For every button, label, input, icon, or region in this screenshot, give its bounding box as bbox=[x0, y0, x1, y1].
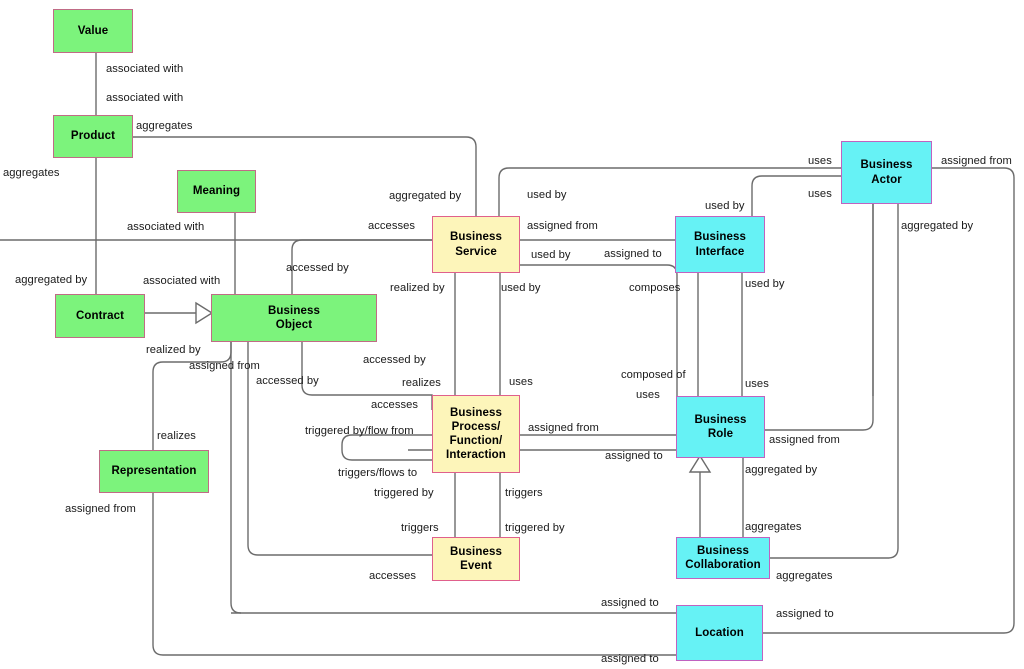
node-label: Business Interface bbox=[694, 231, 746, 258]
edge-label-assigned-from-role: assigned from bbox=[769, 434, 840, 446]
edge-label-associated-with-object: associated with bbox=[143, 275, 221, 287]
edge-label-assigned-to-location-right: assigned to bbox=[776, 608, 834, 620]
edge-label-triggered-by-process-event: triggered by bbox=[374, 487, 434, 499]
edge-label-assigned-from-representation: assigned from bbox=[65, 503, 136, 515]
edge-label-realizes-representation: realizes bbox=[157, 430, 196, 442]
edge-label-assigned-to-location-bottom: assigned to bbox=[601, 653, 659, 665]
edge-label-uses-role-interface: uses bbox=[636, 389, 660, 401]
node-label: Business Service bbox=[450, 231, 502, 258]
edge-label-aggregated-by-service: aggregated by bbox=[389, 190, 462, 202]
node-business-collaboration[interactable]: Business Collaboration bbox=[676, 537, 770, 579]
edge-label-associated-with-product-value: associated with bbox=[106, 92, 184, 104]
edge-businessactor-location-assigned bbox=[763, 167, 1015, 634]
node-label: Contract bbox=[75, 309, 125, 322]
edge-label-uses-actor-interface: uses bbox=[808, 188, 832, 200]
edge-label-aggregated-by-role: aggregated by bbox=[745, 464, 818, 476]
edge-label-assigned-to-interface: assigned to bbox=[604, 248, 662, 260]
edge-label-assigned-to-location-left: assigned to bbox=[601, 597, 659, 609]
edge-label-associated-with-value-product: associated with bbox=[106, 63, 184, 75]
node-business-actor[interactable]: Business Actor bbox=[841, 141, 932, 204]
edge-businessactor-businesscollaboration bbox=[770, 204, 899, 559]
edge-label-aggregates-product-service: aggregates bbox=[136, 120, 193, 132]
edge-label-used-by-interface-role: used by bbox=[745, 278, 785, 290]
edge-label-accesses-service: accesses bbox=[368, 220, 416, 232]
edge-label-aggregates-collaboration-actor: aggregates bbox=[776, 570, 833, 582]
node-label: Meaning bbox=[192, 185, 241, 198]
edge-label-aggregated-by-actor: aggregated by bbox=[901, 220, 974, 232]
edge-label-accesses-process: accesses bbox=[371, 399, 419, 411]
edge-label-triggered-by-flow-from: triggered by/flow from bbox=[305, 425, 414, 437]
edge-label-accessed-by-object-event: accessed by bbox=[256, 375, 319, 387]
edge-label-used-by-interface-actor: used by bbox=[705, 200, 745, 212]
node-value[interactable]: Value bbox=[53, 9, 133, 53]
specialization-arrowhead-contract bbox=[195, 301, 214, 325]
edge-label-composed-of-role: composed of bbox=[621, 369, 686, 381]
edge-label-aggregates-product-contract: aggregates bbox=[3, 167, 60, 179]
node-representation[interactable]: Representation bbox=[99, 450, 209, 493]
edge-label-composes-interface: composes bbox=[629, 282, 681, 294]
edge-label-triggers-flows-to: triggers/flows to bbox=[338, 467, 418, 479]
node-business-role[interactable]: Business Role bbox=[676, 396, 765, 458]
edge-label-realized-by-service: realized by bbox=[390, 282, 445, 294]
node-business-service[interactable]: Business Service bbox=[432, 216, 520, 273]
diagram-canvas: Value Product Meaning Contract Business … bbox=[0, 0, 1024, 669]
node-label: Business Object bbox=[268, 304, 320, 331]
node-label: Value bbox=[77, 24, 109, 37]
node-product[interactable]: Product bbox=[53, 115, 133, 158]
edge-label-used-by-service-actor: used by bbox=[527, 189, 567, 201]
node-label: Location bbox=[695, 626, 744, 639]
edge-label-accessed-by-object-process: accessed by bbox=[363, 354, 426, 366]
edge-label-aggregates-collaboration-role: aggregates bbox=[745, 521, 802, 533]
edge-label-uses-actor-service: uses bbox=[808, 155, 832, 167]
node-contract[interactable]: Contract bbox=[55, 294, 145, 338]
node-location[interactable]: Location bbox=[676, 605, 763, 661]
edge-label-accessed-by-object-service: accessed by bbox=[286, 262, 349, 274]
edge-label-uses-role-service: uses bbox=[745, 378, 769, 390]
node-business-event[interactable]: Business Event bbox=[432, 537, 520, 581]
edge-label-associated-with-meaning: associated with bbox=[127, 221, 205, 233]
edge-label-assigned-from-process: assigned from bbox=[528, 422, 599, 434]
edge-label-assigned-to-role-process: assigned to bbox=[605, 450, 663, 462]
node-label: Business Role bbox=[694, 413, 747, 440]
edge-label-assigned-from-object: assigned from bbox=[189, 360, 260, 372]
node-meaning[interactable]: Meaning bbox=[177, 170, 256, 213]
edge-label-used-by-service-process: used by bbox=[501, 282, 541, 294]
node-label: Product bbox=[70, 130, 116, 143]
node-label: Representation bbox=[111, 465, 197, 478]
node-business-process[interactable]: Business Process/ Function/ Interaction bbox=[432, 395, 520, 473]
node-business-object[interactable]: Business Object bbox=[211, 294, 377, 342]
edge-label-triggers-process-event: triggers bbox=[505, 487, 543, 499]
edge-label-assigned-from-service: assigned from bbox=[527, 220, 598, 232]
edge-label-accesses-event: accesses bbox=[369, 570, 417, 582]
node-label: Business Event bbox=[450, 545, 502, 572]
node-label: Business Actor bbox=[860, 159, 913, 186]
edge-label-aggregated-by-contract: aggregated by bbox=[15, 274, 88, 286]
edge-businessprocess-self-loop bbox=[341, 434, 432, 461]
edge-label-triggered-by-event: triggered by bbox=[505, 522, 565, 534]
edge-label-uses-process-service: uses bbox=[509, 376, 533, 388]
edge-businessobject-down-to-613 bbox=[230, 342, 242, 614]
node-business-interface[interactable]: Business Interface bbox=[675, 216, 765, 273]
specialization-arrowhead-businessrole bbox=[688, 454, 712, 473]
node-label: Business Process/ Function/ Interaction bbox=[446, 406, 506, 462]
edge-label-realized-by-object: realized by bbox=[146, 344, 201, 356]
edge-label-triggers-event-process: triggers bbox=[401, 522, 439, 534]
edge-label-realizes-process: realizes bbox=[402, 377, 441, 389]
edge-businessactor-businessrole-right bbox=[765, 204, 874, 431]
node-label: Business Collaboration bbox=[685, 544, 761, 571]
edge-label-assigned-from-actor: assigned from bbox=[941, 155, 1012, 167]
edge-label-used-by-service-role: used by bbox=[531, 249, 571, 261]
